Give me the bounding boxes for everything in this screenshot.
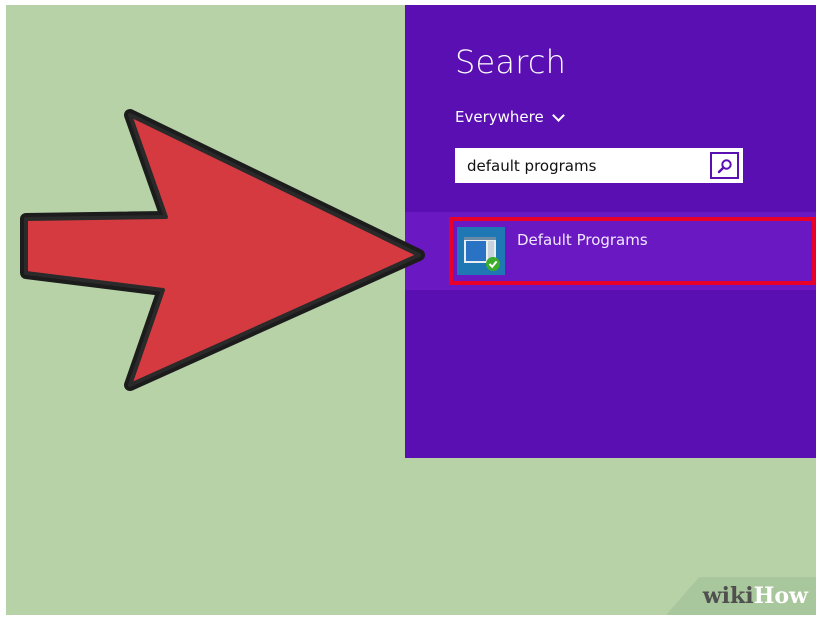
pointer-arrow xyxy=(20,109,425,391)
watermark-part2: How xyxy=(753,583,808,609)
watermark-part1: wiki xyxy=(702,583,754,609)
desktop-background: Search Everywhere default programs Defau… xyxy=(6,5,816,615)
